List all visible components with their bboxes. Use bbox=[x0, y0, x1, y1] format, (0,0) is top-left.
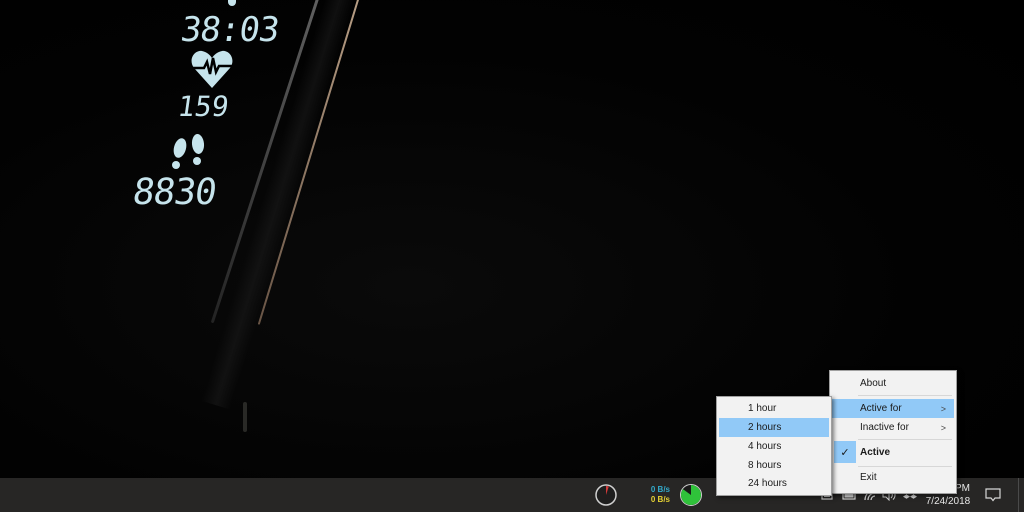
tracker-top-icon bbox=[228, 0, 236, 6]
cpu-gauge-icon bbox=[595, 484, 617, 506]
submenu-item-2-hours[interactable]: 2 hours bbox=[719, 418, 829, 437]
show-desktop-button[interactable] bbox=[1018, 478, 1024, 512]
menu-item-label: Active for bbox=[860, 403, 902, 414]
download-speed: 0 B/s bbox=[650, 495, 670, 504]
submenu-item-8-hours[interactable]: 8 hours bbox=[719, 456, 829, 475]
tracker-steps: 8830 bbox=[130, 172, 219, 213]
active-for-submenu: 1 hour 2 hours 4 hours 8 hours 24 hours bbox=[716, 396, 832, 496]
menu-item-label: Active bbox=[860, 446, 891, 458]
footsteps-icon bbox=[172, 134, 205, 169]
network-speed[interactable]: 0 B/s 0 B/s bbox=[634, 478, 670, 512]
tracker-time: 38:03 bbox=[178, 10, 282, 50]
submenu-item-label: 8 hours bbox=[748, 460, 782, 471]
tray-context-menu: About Active for > Inactive for > ✓ Acti… bbox=[829, 370, 957, 494]
submenu-item-label: 4 hours bbox=[748, 441, 782, 452]
clock-date: 7/24/2018 bbox=[925, 496, 971, 507]
menu-separator bbox=[858, 439, 952, 440]
submenu-item-4-hours[interactable]: 4 hours bbox=[719, 437, 829, 456]
fitness-band-glint bbox=[243, 402, 247, 432]
action-center-icon bbox=[985, 488, 1001, 502]
menu-item-label: Exit bbox=[860, 472, 877, 483]
submenu-item-24-hours[interactable]: 24 hours bbox=[719, 474, 829, 493]
menu-item-active[interactable]: ✓ Active bbox=[832, 441, 954, 463]
memory-gauge-icon bbox=[680, 484, 702, 506]
submenu-item-label: 1 hour bbox=[748, 403, 777, 414]
menu-item-label: About bbox=[860, 378, 887, 389]
submenu-item-label: 24 hours bbox=[748, 478, 787, 489]
tracker-heart-rate: 159 bbox=[175, 90, 231, 123]
menu-item-label: Inactive for bbox=[860, 422, 909, 433]
submenu-item-label: 2 hours bbox=[748, 422, 782, 433]
menu-separator bbox=[858, 466, 952, 467]
menu-item-active-for[interactable]: Active for > bbox=[832, 399, 954, 418]
cpu-gauge[interactable] bbox=[592, 478, 620, 512]
submenu-arrow-icon: > bbox=[940, 403, 946, 414]
menu-item-inactive-for[interactable]: Inactive for > bbox=[832, 418, 954, 437]
submenu-item-1-hour[interactable]: 1 hour bbox=[719, 399, 829, 418]
memory-gauge[interactable] bbox=[678, 478, 704, 512]
submenu-arrow-icon: > bbox=[940, 422, 946, 433]
action-center-button[interactable] bbox=[982, 478, 1004, 512]
menu-separator bbox=[858, 395, 952, 396]
heart-rate-icon bbox=[191, 50, 233, 88]
menu-item-exit[interactable]: Exit bbox=[832, 468, 954, 487]
checkmark-icon: ✓ bbox=[834, 441, 856, 463]
menu-item-about[interactable]: About bbox=[832, 374, 954, 393]
upload-speed: 0 B/s bbox=[650, 485, 670, 494]
